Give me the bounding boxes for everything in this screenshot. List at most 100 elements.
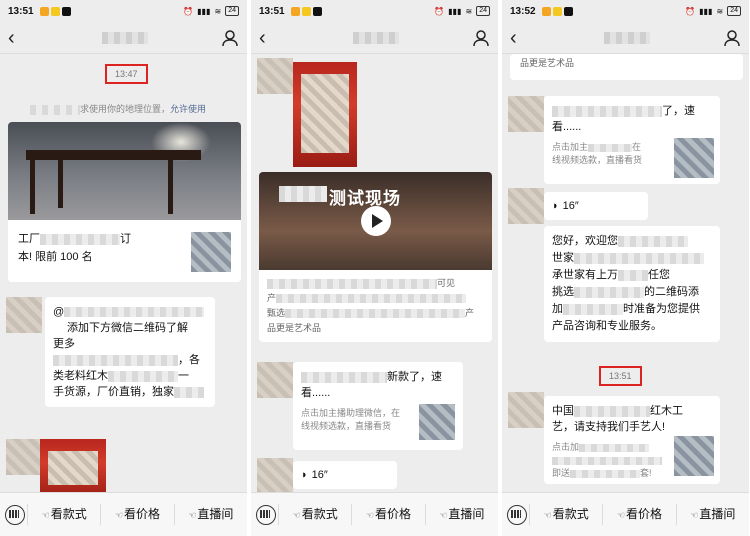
message-timestamp: 13:47 [105, 64, 148, 84]
message-bubble[interactable]: @ 添加下方微信二维码了解 更多 ，各 类老料红木一 手货源，厂价直销，独家 [45, 297, 215, 407]
voice-message[interactable]: ◗ 16″ [544, 192, 648, 220]
avatar[interactable] [257, 362, 293, 398]
profile-icon[interactable] [723, 29, 741, 47]
avatar[interactable] [257, 58, 293, 94]
pointing-hand-icon: ☜ [439, 510, 448, 520]
pointing-hand-icon: ☜ [543, 510, 552, 520]
avatar[interactable] [508, 392, 544, 428]
wifi-icon: ≋ [214, 6, 222, 16]
signal-icon: ▮▮▮ [197, 6, 211, 16]
back-arrow-icon[interactable]: ‹ [8, 28, 28, 48]
keyboard-icon[interactable] [5, 504, 25, 525]
status-icons: ⏰ ▮▮▮ ≋ 24 [183, 6, 239, 16]
alarm-icon: ⏰ [183, 6, 194, 16]
status-icons: ⏰ ▮▮▮ ≋ 24 [685, 6, 741, 16]
message-timestamp: 13:51 [599, 366, 642, 386]
menu-item-styles[interactable]: ☜看款式 [278, 504, 351, 525]
chat-title-blurred [352, 31, 399, 44]
avatar[interactable] [6, 297, 42, 333]
alarm-icon: ⏰ [685, 6, 696, 16]
video-thumbnail: 测试现场 [259, 172, 492, 270]
menu-item-live-room[interactable]: ☜直播间 [424, 504, 498, 525]
menu-item-styles[interactable]: ☜看款式 [529, 504, 602, 525]
chat-title-blurred [603, 31, 650, 44]
wifi-icon: ≋ [716, 6, 724, 16]
pointing-hand-icon: ☜ [41, 510, 50, 520]
tiktok-icon [312, 6, 322, 16]
bottom-menu-bar: ☜看款式 ☜看价格 ☜直播间 [502, 492, 749, 536]
location-request: 求使用你的地理位置，允许使用 [30, 102, 206, 115]
avatar[interactable] [6, 439, 42, 475]
mini-program-bubble[interactable]: 中国 红木工 艺，请支持我们手艺人! 点击加 即送 套! [544, 396, 720, 484]
message-list[interactable]: 品更是艺术品 了，速 看...... 点击加主在 线视频选款，直播看货 ◗ 16″… [502, 54, 749, 492]
app-notification-icon [552, 6, 562, 16]
chat-title-blurred [101, 31, 148, 44]
bubble-thumbnail [674, 436, 714, 476]
signal-icon: ▮▮▮ [448, 6, 462, 16]
battery-icon: 24 [727, 6, 741, 16]
battery-icon: 24 [476, 6, 490, 16]
keyboard-icon[interactable] [507, 504, 527, 525]
avatar[interactable] [508, 188, 544, 224]
message-list[interactable]: 13:47 求使用你的地理位置，允许使用 工厂订 本! 限前 100 名 @ 添… [0, 54, 247, 492]
status-bar: 13:51 ⏰ ▮▮▮ ≋ 24 [251, 0, 498, 22]
timestamp-highlight: 13:47 [105, 64, 148, 84]
mini-program-bubble[interactable]: 新款了，速 看...... 点击加主播助理微信，在 线视频选款，直播看货 [293, 362, 463, 450]
notification-icons [39, 6, 71, 16]
back-arrow-icon[interactable]: ‹ [510, 28, 530, 48]
back-arrow-icon[interactable]: ‹ [259, 28, 279, 48]
product-card[interactable]: 工厂订 本! 限前 100 名 [8, 122, 241, 282]
keyboard-icon[interactable] [256, 504, 276, 525]
menu-item-prices[interactable]: ☜看价格 [351, 504, 424, 525]
app-notification-icon [290, 6, 300, 16]
bottom-menu-bar: ☜看款式 ☜看价格 ☜直播间 [251, 492, 498, 536]
pointing-hand-icon: ☜ [188, 510, 197, 520]
mini-program-bubble[interactable]: 了，速 看...... 点击加主在 线视频选款，直播看货 [544, 96, 720, 184]
notification-icons [290, 6, 322, 16]
status-bar: 13:51 ⏰ ▮▮▮ ≋ 24 [0, 0, 247, 22]
profile-icon[interactable] [221, 29, 239, 47]
avatar[interactable] [508, 96, 544, 132]
status-icons: ⏰ ▮▮▮ ≋ 24 [434, 6, 490, 16]
battery-icon: 24 [225, 6, 239, 16]
video-card-tail[interactable]: 品更是艺术品 [510, 54, 743, 80]
menu-item-live-room[interactable]: ☜直播间 [173, 504, 247, 525]
chat-panel-2: 13:51 ⏰ ▮▮▮ ≋ 24 ‹ 测试现场 可见 产 甄选 产 品更是艺术品… [251, 0, 498, 536]
menu-item-live-room[interactable]: ☜直播间 [675, 504, 749, 525]
voice-message[interactable]: ◗ 16″ [293, 461, 397, 489]
screenshot-strip: 13:51 ⏰ ▮▮▮ ≋ 24 ‹ 13:47 求使用你的地理位置，允许使用 … [0, 0, 750, 536]
pointing-hand-icon: ☜ [690, 510, 699, 520]
bottom-menu-bar: ☜看款式 ☜看价格 ☜直播间 [0, 492, 247, 536]
chat-header: ‹ [251, 22, 498, 54]
voice-wave-icon: ◗ [552, 200, 559, 212]
menu-item-styles[interactable]: ☜看款式 [27, 504, 100, 525]
message-list[interactable]: 测试现场 可见 产 甄选产 品更是艺术品 新款了，速 看...... 点击加主播… [251, 54, 498, 492]
image-message[interactable] [293, 62, 357, 167]
allow-location-link[interactable]: 允许使用 [170, 104, 206, 114]
card-image [8, 122, 241, 220]
play-icon[interactable] [360, 206, 391, 236]
pointing-hand-icon: ☜ [365, 510, 375, 520]
pointing-hand-icon: ☜ [292, 510, 301, 520]
alarm-icon: ⏰ [434, 6, 445, 16]
status-time: 13:51 [259, 5, 285, 17]
menu-item-prices[interactable]: ☜看价格 [100, 504, 173, 525]
chat-header: ‹ [502, 22, 749, 54]
chat-panel-3: 13:52 ⏰ ▮▮▮ ≋ 24 ‹ 品更是艺术品 了，速 看...... 点击… [502, 0, 749, 536]
bubble-thumbnail [674, 138, 714, 178]
profile-icon[interactable] [472, 29, 490, 47]
signal-icon: ▮▮▮ [699, 6, 713, 16]
app-notification-icon [39, 6, 49, 16]
card-caption: 工厂订 本! 限前 100 名 [8, 220, 241, 276]
video-card[interactable]: 测试现场 可见 产 甄选产 品更是艺术品 [259, 172, 492, 342]
tiktok-icon [563, 6, 573, 16]
image-message[interactable] [40, 439, 106, 492]
app-notification-icon [541, 6, 551, 16]
avatar[interactable] [257, 458, 293, 492]
video-title: 测试现场 [329, 189, 401, 208]
menu-item-prices[interactable]: ☜看价格 [602, 504, 675, 525]
message-bubble[interactable]: 您好，欢迎您 世家 承世家有上万 任您 挑选 的二维码添 加时准备为您提供 产品咨询… [544, 226, 720, 342]
notification-icons [541, 6, 573, 16]
chat-header: ‹ [0, 22, 247, 54]
status-time: 13:52 [510, 5, 536, 17]
